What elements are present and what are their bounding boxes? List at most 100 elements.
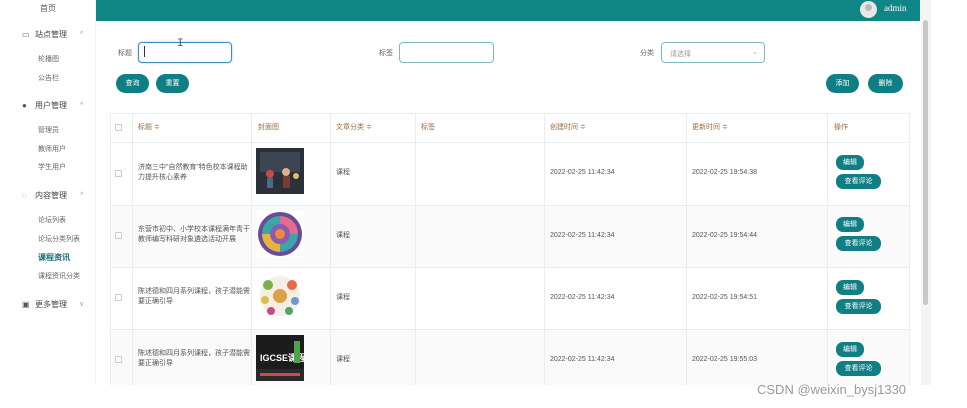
sidebar-item-students[interactable]: 学生用户 bbox=[38, 162, 66, 172]
column-header-cover: 封面图 bbox=[258, 124, 279, 131]
sidebar-item-forum[interactable]: 论坛列表 bbox=[38, 215, 66, 225]
chat-icon: ◌ bbox=[22, 191, 27, 200]
title-input[interactable] bbox=[138, 42, 232, 63]
cover-thumbnail bbox=[256, 211, 304, 257]
column-header-updated[interactable]: 更新时间 ≑ bbox=[692, 113, 728, 142]
divider bbox=[110, 329, 910, 330]
chevron-up-icon: ^ bbox=[80, 192, 84, 199]
chevron-up-icon: ^ bbox=[80, 31, 84, 38]
row-category: 课程 bbox=[336, 169, 350, 176]
divider bbox=[110, 267, 910, 268]
tag-label: 标签 bbox=[379, 50, 393, 57]
cover-thumbnail bbox=[256, 148, 304, 194]
divider bbox=[110, 113, 910, 114]
column-header-created[interactable]: 创建时间 ≑ bbox=[550, 113, 586, 142]
edit-button[interactable]: 编辑 bbox=[836, 217, 864, 232]
row-created: 2022-02-25 11:42:34 bbox=[550, 232, 615, 239]
query-button[interactable]: 查询 bbox=[116, 74, 149, 93]
sidebar-group-more[interactable]: ▣ 更多管理 v bbox=[22, 299, 84, 310]
row-updated: 2022-02-25 19:54:44 bbox=[692, 232, 757, 239]
row-checkbox[interactable] bbox=[115, 356, 122, 363]
top-bar bbox=[96, 0, 920, 21]
sidebar-group-content[interactable]: ◌ 内容管理 ^ bbox=[22, 190, 83, 201]
sidebar-item-admins[interactable]: 管理员 bbox=[38, 125, 59, 135]
row-title: 济南三中”自然教育”特色校本课程助力提升核心素养 bbox=[138, 164, 248, 181]
divider bbox=[909, 113, 910, 385]
text-cursor-icon: I bbox=[177, 38, 184, 50]
column-header-tag: 标签 bbox=[421, 124, 435, 131]
view-comments-button[interactable]: 查看评论 bbox=[836, 236, 881, 251]
chevron-down-icon: v bbox=[80, 301, 84, 308]
sidebar-item-forum-category[interactable]: 论坛分类列表 bbox=[38, 234, 80, 244]
sidebar: 首页 ▭ 站点管理 ^ 轮播图 公告栏 ● 用户管理 ^ 管理员 教师用户 学生… bbox=[0, 0, 96, 385]
divider bbox=[110, 142, 910, 143]
row-checkbox[interactable] bbox=[115, 170, 122, 177]
sidebar-item-notice[interactable]: 公告栏 bbox=[38, 73, 59, 83]
watermark: CSDN @weixin_bysj1330 bbox=[757, 382, 907, 397]
sidebar-group-site[interactable]: ▭ 站点管理 ^ bbox=[22, 29, 83, 40]
divider bbox=[330, 113, 331, 385]
row-title: 陈述德和四月系列课程，孩子潜能需要正确引导 bbox=[138, 288, 250, 305]
divider bbox=[132, 113, 133, 385]
row-created: 2022-02-25 11:42:34 bbox=[550, 356, 615, 363]
sidebar-group-label: 用户管理 bbox=[35, 101, 67, 110]
row-checkbox[interactable] bbox=[115, 294, 122, 301]
row-title: 陈述德和四月系列课程，孩子潜能需要正确引导 bbox=[138, 350, 250, 367]
title-label: 标题 bbox=[118, 50, 132, 57]
sidebar-item-carousel[interactable]: 轮播图 bbox=[38, 54, 59, 64]
select-all-checkbox[interactable] bbox=[115, 124, 122, 131]
page: 首页 ▭ 站点管理 ^ 轮播图 公告栏 ● 用户管理 ^ 管理员 教师用户 学生… bbox=[0, 0, 967, 408]
edit-button[interactable]: 编辑 bbox=[836, 280, 864, 295]
category-label: 分类 bbox=[640, 50, 654, 57]
row-checkbox[interactable] bbox=[115, 232, 122, 239]
sidebar-group-label: 站点管理 bbox=[35, 30, 67, 39]
divider bbox=[110, 205, 910, 206]
sidebar-item-teachers[interactable]: 教师用户 bbox=[38, 144, 66, 154]
divider bbox=[110, 113, 111, 385]
row-created: 2022-02-25 11:42:34 bbox=[550, 294, 615, 301]
divider bbox=[251, 113, 252, 385]
column-header-title[interactable]: 标题 ≑ bbox=[138, 113, 160, 142]
row-updated: 2022-02-25 19:54:38 bbox=[692, 169, 757, 176]
sidebar-group-label: 内容管理 bbox=[35, 191, 67, 200]
row-category: 课程 bbox=[336, 294, 350, 301]
cover-thumbnail: IGCSE课程 bbox=[256, 335, 304, 381]
chevron-up-icon: ^ bbox=[80, 102, 84, 109]
view-comments-button[interactable]: 查看评论 bbox=[836, 174, 881, 189]
avatar[interactable] bbox=[860, 1, 877, 18]
divider bbox=[827, 113, 828, 385]
sidebar-item-home[interactable]: 首页 bbox=[40, 3, 56, 14]
tag-input[interactable] bbox=[399, 42, 494, 63]
text-caret bbox=[144, 46, 145, 57]
row-category: 课程 bbox=[336, 232, 350, 239]
chevron-down-icon: ⌄ bbox=[752, 49, 758, 56]
divider bbox=[686, 113, 687, 385]
view-comments-button[interactable]: 查看评论 bbox=[836, 361, 881, 376]
reset-button[interactable]: 重置 bbox=[156, 74, 189, 93]
row-updated: 2022-02-25 19:54:51 bbox=[692, 294, 757, 301]
scrollbar-thumb[interactable] bbox=[923, 20, 928, 305]
row-created: 2022-02-25 11:42:34 bbox=[550, 169, 615, 176]
edit-button[interactable]: 编辑 bbox=[836, 155, 864, 170]
row-updated: 2022-02-25 19:55:03 bbox=[692, 356, 757, 363]
sidebar-group-users[interactable]: ● 用户管理 ^ bbox=[22, 100, 83, 111]
column-header-category[interactable]: 文章分类 ≑ bbox=[336, 113, 372, 142]
sidebar-group-label: 更多管理 bbox=[35, 300, 67, 309]
cover-thumbnail bbox=[256, 273, 304, 319]
add-button[interactable]: 添加 bbox=[826, 74, 859, 93]
user-icon: ● bbox=[22, 101, 27, 110]
monitor-icon: ▭ bbox=[22, 30, 30, 39]
edit-button[interactable]: 编辑 bbox=[836, 342, 864, 357]
divider bbox=[415, 113, 416, 385]
view-comments-button[interactable]: 查看评论 bbox=[836, 299, 881, 314]
sidebar-item-course-news[interactable]: 课程资讯 bbox=[38, 252, 70, 263]
row-title: 东营市初中、小学校本课程满年青干教师编写科研对象遴选活动开展 bbox=[138, 226, 250, 243]
row-category: 课程 bbox=[336, 356, 350, 363]
username[interactable]: admin bbox=[884, 3, 907, 13]
category-select[interactable]: 请选择 bbox=[661, 42, 765, 63]
pages-icon: ▣ bbox=[22, 300, 30, 309]
sidebar-item-course-news-category[interactable]: 课程资讯分类 bbox=[38, 271, 80, 281]
column-header-actions: 操作 bbox=[834, 124, 848, 131]
delete-button[interactable]: 删除 bbox=[868, 74, 903, 93]
divider bbox=[544, 113, 545, 385]
